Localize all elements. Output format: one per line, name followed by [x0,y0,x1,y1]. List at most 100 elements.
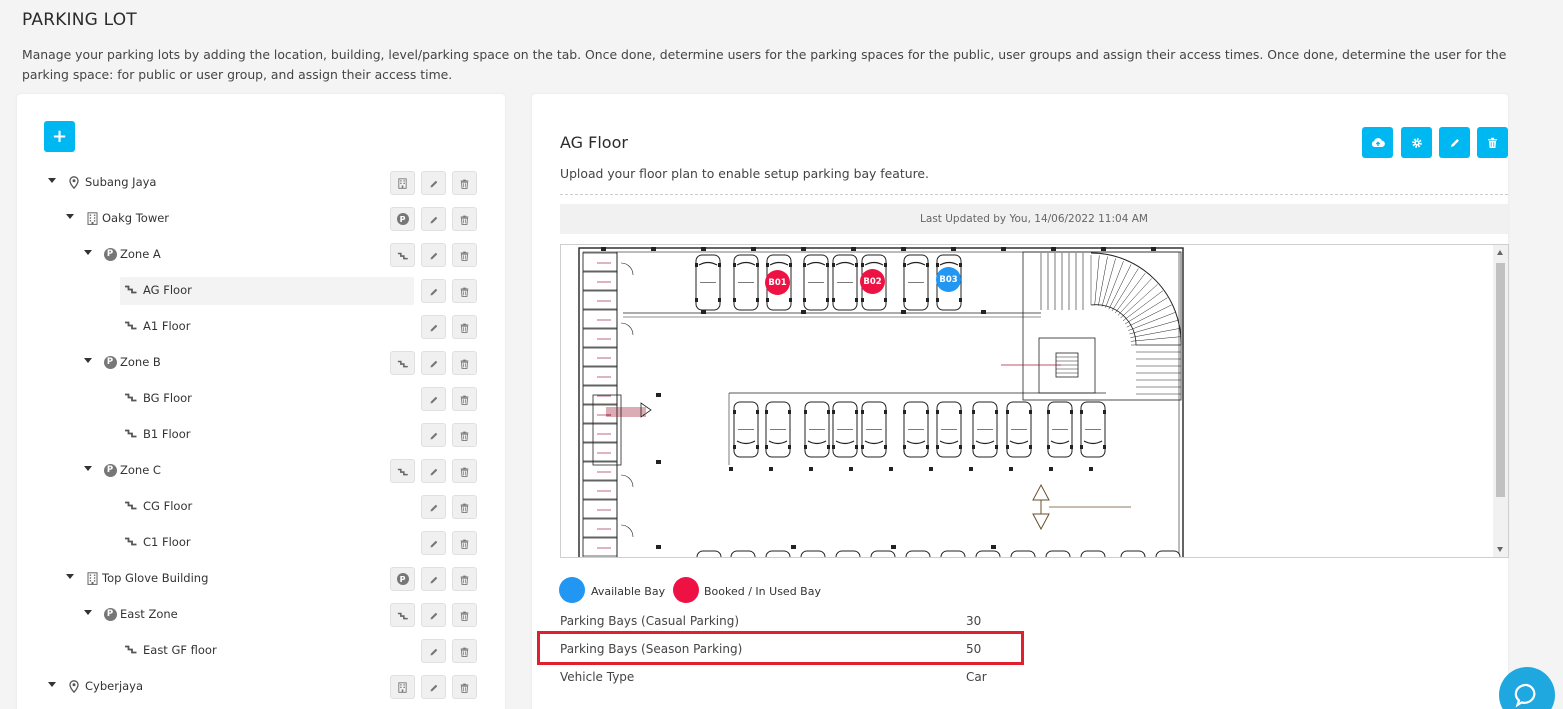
edit-node-button[interactable] [421,459,446,483]
tree-node-floor[interactable]: BG Floor [17,385,505,413]
stairs-icon [397,354,409,373]
tree-node-label[interactable]: C1 Floor [143,535,191,549]
tree-node-location[interactable]: Cyberjaya [17,673,505,701]
add-child-button[interactable]: P [390,567,415,591]
gear-icon [1411,137,1422,148]
delete-node-button[interactable] [452,315,477,339]
settings-button[interactable] [1401,127,1432,158]
add-child-button[interactable] [390,603,415,627]
edit-node-button[interactable] [421,531,446,555]
tree-node-floor[interactable]: B1 Floor [17,421,505,449]
edit-floor-button[interactable] [1439,127,1470,158]
tree-node-zone[interactable]: P Zone C [17,457,505,485]
delete-node-button[interactable] [452,171,477,195]
expand-caret-icon[interactable] [84,466,92,471]
upload-floor-plan-button[interactable] [1362,127,1393,158]
pencil-icon [429,462,439,481]
tree-node-label[interactable]: Top Glove Building [102,571,208,585]
parked-car-drawing [905,550,931,557]
edit-node-button[interactable] [421,567,446,591]
edit-node-button[interactable] [421,315,446,339]
edit-node-button[interactable] [421,351,446,375]
tree-node-floor[interactable]: A1 Floor [17,313,505,341]
scroll-up-icon[interactable] [1497,250,1503,255]
edit-node-button[interactable] [421,423,446,447]
trash-icon [460,210,469,229]
expand-caret-icon[interactable] [48,682,56,687]
tree-node-label[interactable]: B1 Floor [143,427,190,441]
delete-node-button[interactable] [452,387,477,411]
expand-caret-icon[interactable] [84,250,92,255]
delete-node-button[interactable] [452,675,477,699]
tree-node-floor[interactable]: AG Floor [17,277,505,305]
tree-node-label[interactable]: East Zone [120,607,178,621]
edit-node-button[interactable] [421,675,446,699]
tree-node-zone[interactable]: P Zone B [17,349,505,377]
edit-node-button[interactable] [421,387,446,411]
add-location-button[interactable]: + [44,121,75,152]
add-child-button[interactable] [390,243,415,267]
stairs-icon [124,318,138,334]
edit-node-button[interactable] [421,603,446,627]
chat-button[interactable] [1499,667,1555,709]
delete-node-button[interactable] [452,279,477,303]
tree-node-building[interactable]: Oakg Tower P [17,205,505,233]
parking-bay-marker-booked[interactable]: B02 [860,269,885,294]
delete-node-button[interactable] [452,243,477,267]
parking-bay-marker-booked[interactable]: B01 [765,270,790,295]
tree-node-label[interactable]: Subang Jaya [85,175,156,189]
stairs-icon [397,606,409,625]
add-child-button[interactable] [390,675,415,699]
add-child-button[interactable]: P [390,207,415,231]
expand-caret-icon[interactable] [66,214,74,219]
scroll-down-icon[interactable] [1497,547,1503,552]
expand-caret-icon[interactable] [66,574,74,579]
tree-node-label[interactable]: Cyberjaya [85,679,143,693]
expand-caret-icon[interactable] [48,178,56,183]
tree-node-label[interactable]: Oakg Tower [102,211,169,225]
edit-node-button[interactable] [421,243,446,267]
tree-node-floor[interactable]: East GF floor [17,637,505,665]
tree-node-label[interactable]: Zone A [120,247,161,261]
expand-caret-icon[interactable] [84,610,92,615]
tree-node-zone[interactable]: P Zone A [17,241,505,269]
tree-node-label[interactable]: Zone C [120,463,161,477]
tree-node-building[interactable]: Top Glove Building P [17,565,505,593]
parked-car-drawing [733,401,759,458]
edit-node-button[interactable] [421,207,446,231]
tree-node-label[interactable]: AG Floor [143,283,192,297]
edit-node-button[interactable] [421,171,446,195]
delete-node-button[interactable] [452,423,477,447]
delete-node-button[interactable] [452,531,477,555]
edit-node-button[interactable] [421,639,446,663]
delete-node-button[interactable] [452,207,477,231]
expand-caret-icon[interactable] [84,358,92,363]
tree-node-floor[interactable]: CG Floor [17,493,505,521]
tree-node-label[interactable]: East GF floor [143,643,217,657]
edit-node-button[interactable] [421,495,446,519]
tree-node-label[interactable]: A1 Floor [143,319,190,333]
trash-icon [460,570,469,589]
floor-plan-scrollbar[interactable] [1493,245,1508,557]
tree-node-location[interactable]: Subang Jaya [17,169,505,197]
delete-node-button[interactable] [452,459,477,483]
add-child-button[interactable] [390,351,415,375]
tree-node-label[interactable]: Zone B [120,355,161,369]
delete-node-button[interactable] [452,603,477,627]
tree-node-zone[interactable]: P East Zone [17,601,505,629]
delete-node-button[interactable] [452,639,477,663]
scroll-thumb[interactable] [1496,263,1505,497]
delete-node-button[interactable] [452,567,477,591]
add-child-button[interactable] [390,459,415,483]
floor-plan-viewer[interactable]: B01 B02 B03 [560,244,1509,558]
edit-node-button[interactable] [421,279,446,303]
tree-node-label[interactable]: BG Floor [143,391,192,405]
tree-node-label[interactable]: CG Floor [143,499,192,513]
delete-node-button[interactable] [452,351,477,375]
parking-bay-marker-available[interactable]: B03 [936,267,961,292]
delete-node-button[interactable] [452,495,477,519]
tree-node-floor[interactable]: C1 Floor [17,529,505,557]
available-bay-legend-label: Available Bay [591,585,666,598]
delete-floor-button[interactable] [1477,127,1508,158]
add-child-button[interactable] [390,171,415,195]
